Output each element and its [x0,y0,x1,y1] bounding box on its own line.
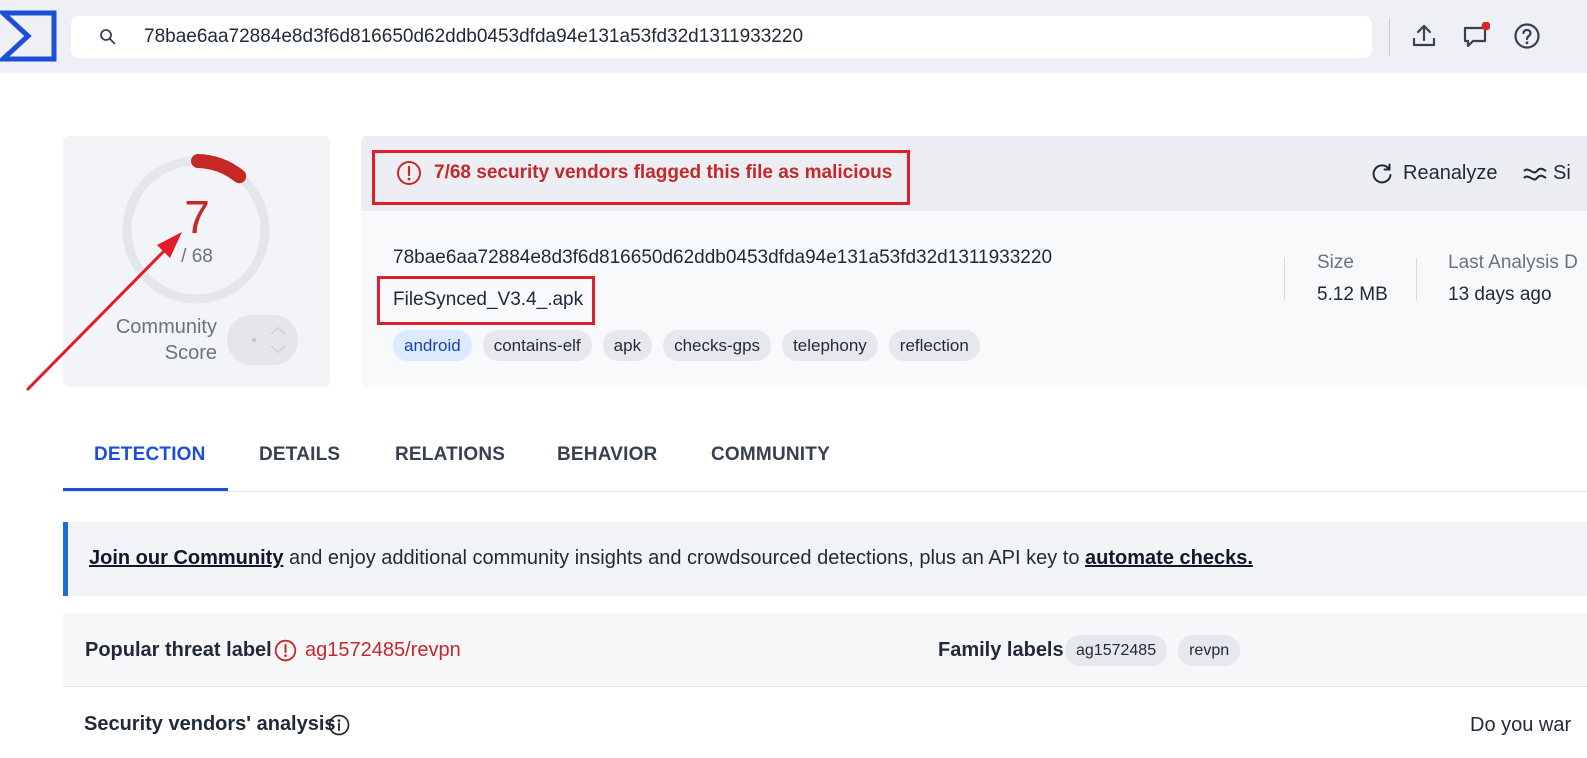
tag-apk[interactable]: apk [602,330,653,361]
tag-telephony[interactable]: telephony [782,330,878,361]
toolbar-divider [1389,18,1390,56]
active-tab-indicator [63,488,228,491]
refresh-icon[interactable] [1371,163,1393,185]
size-value: 5.12 MB [1317,284,1388,305]
community-vote-toggle[interactable] [227,315,298,365]
last-analysis-label: Last Analysis D [1448,252,1578,273]
vendors-prompt-text: Do you war [1470,714,1572,736]
community-banner: Join our Community and enjoy additional … [63,522,1587,596]
reanalyze-button[interactable]: Reanalyze [1403,162,1498,185]
tab-community[interactable]: COMMUNITY [711,444,830,466]
community-score-label-2: Score [164,342,217,364]
info-icon[interactable] [328,714,350,736]
similar-button[interactable]: Si [1553,162,1571,185]
community-score-label: Community [115,316,217,338]
popular-threat-label: Popular threat label [85,639,272,661]
notifications-icon[interactable] [1462,22,1490,50]
tab-relations[interactable]: RELATIONS [395,444,505,466]
tag-reflection[interactable]: reflection [888,330,980,361]
last-analysis-value: 13 days ago [1448,284,1552,305]
search-icon [100,29,116,45]
banner-middle-text: and enjoy additional community insights … [283,547,1086,569]
file-hash: 78bae6aa72884e8d3f6d816650d62ddb0453dfda… [393,247,1053,268]
automate-checks-link[interactable]: automate checks. [1085,547,1253,569]
similar-icon[interactable] [1523,164,1547,184]
tab-behavior[interactable]: BEHAVIOR [557,444,657,466]
file-tags: android contains-elf apk checks-gps tele… [393,330,980,361]
size-label: Size [1317,252,1354,273]
meta-divider-2 [1416,258,1417,300]
file-info-card: 7/68 security vendors flagged this file … [361,136,1587,387]
family-tags: ag1572485 revpn [1065,635,1241,666]
banner-text: Join our Community and enjoy additional … [89,547,1253,570]
tab-detection[interactable]: DETECTION [94,444,206,466]
vote-arrows-icon [252,326,286,354]
malicious-summary: 7/68 security vendors flagged this file … [434,162,893,183]
detection-count: 7 [184,191,210,243]
tag-android[interactable]: android [393,330,472,361]
search-input[interactable] [144,16,1344,58]
file-name: FileSynced_V3.4_.apk [393,289,584,310]
tab-details[interactable]: DETAILS [259,444,340,466]
tag-checks-gps[interactable]: checks-gps [663,330,772,361]
tab-bar: DETECTION DETAILS RELATIONS BEHAVIOR COM… [63,420,1587,492]
join-community-link[interactable]: Join our Community [89,547,283,569]
detection-total: / 68 [181,246,213,267]
upload-icon[interactable] [1410,22,1438,50]
help-icon[interactable] [1513,22,1541,50]
family-tag-revpn[interactable]: revpn [1178,635,1241,666]
security-vendors-title: Security vendors' analysis [84,713,336,735]
top-bar [0,0,1587,73]
threat-labels-row: Popular threat label ag1572485/revpn Fam… [63,613,1587,687]
popular-threat-value[interactable]: ag1572485/revpn [305,639,461,662]
tag-contains-elf[interactable]: contains-elf [482,330,592,361]
family-labels-title: Family labels [938,639,1064,661]
search-bar[interactable] [71,16,1372,58]
virustotal-logo-icon[interactable] [0,10,57,62]
alert-circle-icon [397,161,421,185]
family-tag-ag1572485[interactable]: ag1572485 [1065,635,1168,666]
meta-divider [1284,258,1285,300]
alert-circle-icon [274,639,297,662]
